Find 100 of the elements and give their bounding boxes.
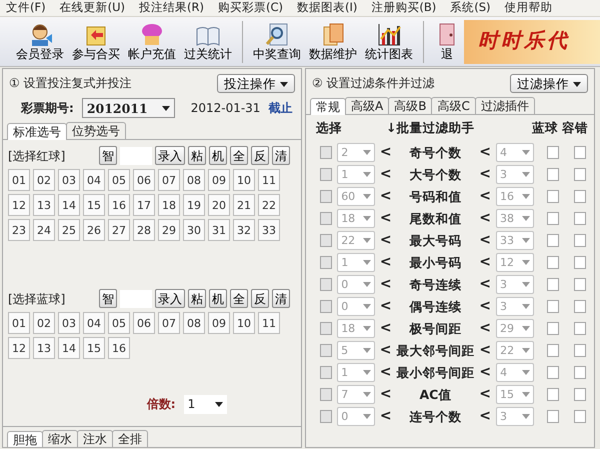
number-button[interactable]: 01	[8, 312, 30, 334]
toolbar-button[interactable]: 数据维护	[305, 20, 361, 63]
number-button[interactable]: 15	[83, 337, 105, 360]
tool-button[interactable]: 反	[251, 146, 269, 166]
number-button[interactable]: 11	[258, 169, 280, 192]
toolbar-button[interactable]: 参与合买	[68, 20, 124, 63]
number-button[interactable]: 16	[108, 194, 130, 216]
tab[interactable]: 过滤插件	[474, 97, 535, 114]
tool-button[interactable]: 智	[99, 289, 117, 308]
menu-item[interactable]: 使用帮助	[502, 0, 554, 16]
less-than-sign: <	[479, 320, 492, 337]
number-button[interactable]: 15	[83, 194, 105, 216]
tab[interactable]: 高级C	[431, 97, 476, 114]
number-button[interactable]: 09	[208, 312, 230, 334]
tab[interactable]: 缩水	[42, 430, 78, 447]
tool-button[interactable]: 机	[209, 146, 227, 166]
number-button[interactable]: 23	[8, 219, 30, 242]
multiple-select[interactable]: 1	[184, 395, 228, 414]
tool-button[interactable]: 全	[230, 146, 248, 166]
tab[interactable]: 位势选号	[66, 122, 126, 140]
number-button[interactable]: 19	[183, 194, 205, 216]
tool-button[interactable]: 录入	[155, 289, 185, 308]
toolbar-button[interactable]: 会员登录	[12, 20, 68, 63]
number-button[interactable]: 12	[8, 337, 30, 360]
toolbar-button[interactable]: 退	[430, 20, 464, 63]
tool-button[interactable]: 录入	[155, 146, 185, 166]
number-button[interactable]: 06	[133, 312, 155, 334]
number-button[interactable]: 05	[108, 169, 130, 192]
menu-item[interactable]: 购买彩票(C)	[216, 0, 285, 16]
less-than-sign: <	[479, 188, 492, 205]
number-button[interactable]: 29	[158, 219, 180, 242]
tool-button[interactable]: 粘	[188, 289, 206, 308]
tab[interactable]: 高级B	[388, 97, 432, 114]
tool-button[interactable]: 智	[99, 146, 117, 166]
tab[interactable]: 注水	[77, 430, 113, 447]
number-button[interactable]: 10	[233, 312, 255, 334]
number-button[interactable]: 12	[8, 194, 30, 216]
tool-button[interactable]: 粘	[188, 146, 206, 166]
dropdown-button[interactable]: 过滤操作	[510, 74, 588, 92]
number-button[interactable]: 28	[133, 219, 155, 242]
dropdown-button[interactable]: 投注操作	[217, 74, 295, 92]
number-button[interactable]: 16	[108, 337, 130, 360]
number-button[interactable]: 30	[183, 219, 205, 242]
toolbar-button[interactable]: 统计图表	[361, 20, 417, 63]
menu-item[interactable]: 在线更新(U)	[58, 0, 127, 16]
number-button[interactable]: 08	[183, 312, 205, 334]
number-button[interactable]: 09	[208, 169, 230, 192]
condition-name: 最小邻号间距	[396, 364, 474, 380]
number-button[interactable]: 17	[133, 194, 155, 216]
tab[interactable]: 胆拖	[7, 430, 43, 447]
number-button[interactable]: 05	[108, 312, 130, 334]
number-button[interactable]: 02	[33, 169, 55, 192]
menu-item[interactable]: 文件(F)	[4, 0, 48, 16]
caret-icon	[362, 238, 371, 243]
menu-item[interactable]: 系统(S)	[448, 0, 492, 16]
tab[interactable]: 标准选号	[7, 123, 67, 140]
number-button[interactable]: 20	[208, 194, 230, 216]
number-button[interactable]: 11	[258, 312, 280, 334]
toolbar-button[interactable]: 帐户充值	[124, 20, 180, 63]
number-button[interactable]: 14	[58, 337, 80, 360]
tool-button[interactable]: 全	[230, 289, 248, 308]
tool-button[interactable]: 清	[272, 146, 290, 166]
number-button[interactable]: 08	[183, 169, 205, 192]
toolbar-button[interactable]: 过关统计	[180, 20, 236, 63]
number-button[interactable]: 10	[233, 169, 255, 192]
number-button[interactable]: 13	[33, 337, 55, 360]
number-button[interactable]: 13	[33, 194, 55, 216]
tool-button[interactable]: 反	[251, 289, 269, 308]
number-button[interactable]: 21	[233, 194, 255, 216]
number-button[interactable]: 25	[58, 219, 80, 242]
menu-item[interactable]: 数据图表(I)	[294, 0, 360, 16]
less-than-sign: <	[479, 386, 492, 403]
tab[interactable]: 全排	[112, 430, 148, 447]
less-than-sign: <	[380, 320, 392, 337]
number-button[interactable]: 27	[108, 219, 130, 242]
number-button[interactable]: 18	[158, 194, 180, 216]
number-button[interactable]: 04	[83, 312, 105, 334]
number-button[interactable]: 02	[33, 312, 55, 334]
number-button[interactable]: 03	[58, 169, 80, 192]
tool-button[interactable]: 清	[272, 289, 290, 308]
menu-item[interactable]: 注册购买(B)	[369, 0, 438, 16]
number-button[interactable]: 01	[8, 169, 30, 192]
number-button[interactable]: 33	[258, 219, 280, 242]
number-button[interactable]: 26	[83, 219, 105, 242]
number-button[interactable]: 14	[58, 194, 80, 216]
toolbar-button[interactable]: 中奖查询	[249, 20, 305, 63]
issue-combo[interactable]: 2012011	[82, 98, 175, 118]
menu-item[interactable]: 投注结果(R)	[136, 0, 206, 16]
tool-button[interactable]: 机	[209, 289, 227, 308]
tab[interactable]: 高级A	[345, 97, 390, 114]
tab[interactable]: 常规	[310, 98, 346, 116]
number-button[interactable]: 06	[133, 169, 155, 192]
number-button[interactable]: 03	[58, 312, 80, 334]
number-button[interactable]: 07	[158, 312, 180, 334]
number-button[interactable]: 07	[158, 169, 180, 192]
number-button[interactable]: 24	[33, 219, 55, 242]
number-button[interactable]: 31	[208, 219, 230, 242]
number-button[interactable]: 22	[258, 194, 280, 216]
number-button[interactable]: 32	[233, 219, 255, 242]
number-button[interactable]: 04	[83, 169, 105, 192]
